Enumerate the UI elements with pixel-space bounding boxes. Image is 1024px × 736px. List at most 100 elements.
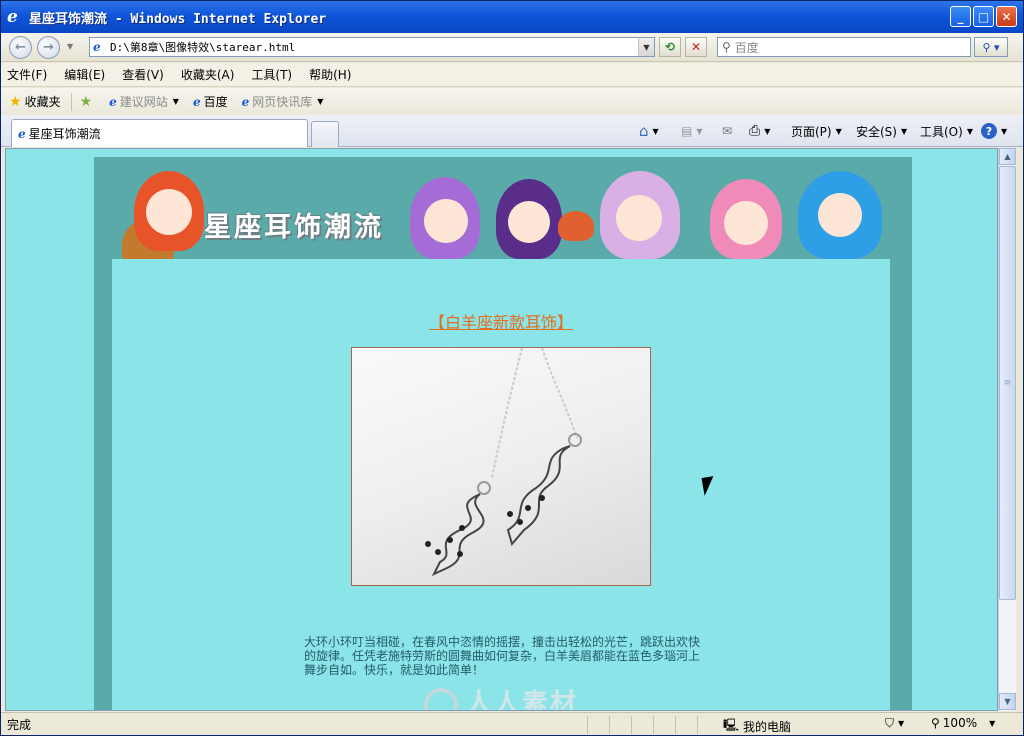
status-cells [587,715,719,734]
favorite-item-label: 百度 [203,95,228,109]
help-button[interactable]: ? ▼ [981,121,1007,141]
zoom-icon: ⚲ [931,716,940,730]
add-favorite-button[interactable]: ★ [80,94,96,110]
tab-row: e 星座耳饰潮流 ⌂ ▼ ▤ ▼ ✉ ⎙ ▼ 页面(P) ▼ 安全(S) ▼ 工具(O) ▼… [1,115,1023,147]
add-favorite-icon: ★ [79,93,93,110]
search-input[interactable]: 百度 [735,39,759,56]
scroll-thumb[interactable]: ≡ [999,166,1016,600]
menu-bar: 文件(F) 编辑(E) 查看(V) 收藏夹(A) 工具(T) 帮助(H) [1,63,1023,87]
mail-button[interactable]: ✉ [722,121,732,141]
cartoon-crab-image [558,211,594,241]
cartoon-aries-girl-image [134,171,204,251]
zoom-level: 100% [942,716,978,730]
new-tab-button[interactable] [311,121,339,147]
window-title: 星座耳饰潮流 - Windows Internet Explorer [29,11,327,27]
feeds-button[interactable]: ▤ ▼ [681,121,703,141]
cartoon-aquarius-girl-image [410,177,480,259]
menu-tools[interactable]: 工具(T) [251,66,292,83]
safety-menu-label: 安全(S) [856,124,897,139]
page-viewport[interactable]: 星座耳饰潮流 【白羊座新款耳饰】 大环小环叮当相碰，在春风中恣情的摇摆，撞击出轻… [5,148,998,711]
status-bar: 完成 🖳 我的电脑 ⛉ ▼ ⚲ 100% ▼ [1,712,1023,735]
tab-label: 星座耳饰潮流 [28,127,101,141]
computer-icon: 🖳 [723,718,740,732]
cartoon-pisces-girl-image [600,171,680,259]
close-button[interactable]: ✕ [996,6,1017,27]
minimize-button[interactable]: _ [950,6,971,27]
earring-photo [351,347,651,586]
cartoon-mermaid-girl-image [798,171,882,259]
maximize-button[interactable]: □ [973,6,994,27]
ie-page-icon: e [18,126,26,141]
status-text: 完成 [7,718,32,732]
divider [70,92,72,111]
favorite-item-label: 建议网站 [119,95,168,109]
favorite-item-suggested[interactable]: e 建议网站 ▼ [109,93,179,110]
favorite-item-webslice[interactable]: e 网页快讯库 ▼ [242,93,324,110]
scroll-down-button[interactable]: ▼ [999,693,1016,710]
safety-menu[interactable]: 安全(S) ▼ [856,121,907,141]
ie-page-icon: e [241,94,250,109]
favorites-label: 收藏夹 [24,95,61,109]
print-button[interactable]: ⎙ ▼ [749,121,770,141]
page-container: 星座耳饰潮流 【白羊座新款耳饰】 大环小环叮当相碰，在春风中恣情的摇摆，撞击出轻… [94,157,912,710]
refresh-button[interactable]: ⟲ [659,37,681,57]
chevron-down-icon: ▼ [317,97,324,106]
vertical-scrollbar[interactable]: ▲ ≡ ▼ [998,148,1016,711]
search-icon: ⚲ [722,40,731,54]
recent-pages-chevron-down-icon[interactable]: ▼ [67,42,73,51]
shield-icon: ⛉ [885,716,895,730]
cartoon-gemini-girl-image [710,179,782,259]
watermark-text: 人人素材 [466,689,579,711]
zone-label: 我的电脑 [743,720,792,734]
menu-file[interactable]: 文件(F) [7,66,47,83]
chevron-down-icon: ▼ [172,97,179,106]
printer-icon: ⎙ [749,123,761,139]
product-description: 大环小环叮当相碰，在春风中恣情的摇摆，撞击出轻松的光芒，跳跃出欢快的旋律。任凭老… [304,635,701,677]
watermark-logo-icon [424,687,458,710]
home-button[interactable]: ⌂ ▼ [639,121,659,141]
product-title-link[interactable]: 【白羊座新款耳饰】 [112,309,890,333]
tools-menu-label: 工具(O) [920,124,963,139]
banner: 星座耳饰潮流 [112,171,890,259]
rss-icon: ▤ [681,124,693,138]
ie-logo-icon: e [7,7,18,27]
mail-icon: ✉ [722,124,733,138]
search-button[interactable]: ⚲ ▾ [974,37,1008,57]
favorites-button[interactable]: ★ 收藏夹 [9,93,61,110]
protected-mode-button[interactable]: ⛉ ▼ [885,716,904,731]
address-input[interactable]: D:\第8章\图像特效\starear.html [110,39,638,55]
favorite-item-label: 网页快讯库 [252,95,313,109]
menu-view[interactable]: 查看(V) [122,66,164,83]
page-menu-label: 页面(P) [791,124,832,139]
help-icon: ? [981,123,997,139]
page-icon: e [93,39,101,54]
stop-button[interactable]: ✕ [685,37,707,57]
forward-button[interactable]: → [37,36,60,59]
menu-favorites[interactable]: 收藏夹(A) [181,66,235,83]
zoom-control[interactable]: ⚲ 100% ▼ [931,716,995,730]
tab-starear[interactable]: e 星座耳饰潮流 [11,119,308,147]
title-bar[interactable]: e 星座耳饰潮流 - Windows Internet Explorer _ □… [1,1,1023,33]
address-bar[interactable]: e D:\第8章\图像特效\starear.html ▼ [89,37,655,57]
home-icon: ⌂ [639,122,649,140]
favorites-bar: ★ 收藏夹 ★ e 建议网站 ▼ e 百度 e 网页快讯库 ▼ [1,88,1023,115]
ie-page-icon: e [192,94,201,109]
menu-edit[interactable]: 编辑(E) [64,66,105,83]
star-icon: ★ [9,93,22,110]
security-zone[interactable]: 🖳 我的电脑 [723,716,792,735]
page-menu[interactable]: 页面(P) ▼ [791,121,842,141]
ie-page-icon: e [109,94,117,109]
search-box[interactable]: ⚲ 百度 [717,37,971,57]
scroll-up-button[interactable]: ▲ [999,148,1016,165]
cartoon-scorpio-girl-image [496,179,562,259]
ie-window: e 星座耳饰潮流 - Windows Internet Explorer _ □… [0,0,1024,736]
address-dropdown-button[interactable]: ▼ [638,38,654,56]
tools-menu[interactable]: 工具(O) ▼ [920,121,973,141]
favorite-item-baidu[interactable]: e 百度 [193,93,228,110]
chevron-down-icon: ▼ [989,718,996,728]
address-toolbar: ← → ▼ e D:\第8章\图像特效\starear.html ▼ ⟲ ✕ ⚲… [1,33,1023,62]
product-panel: 【白羊座新款耳饰】 大环小环叮当相碰，在春风中恣情的摇摆，撞击出轻松的光芒，跳跃… [112,259,890,710]
back-button[interactable]: ← [9,36,32,59]
watermark: 人人素材 [424,683,579,711]
menu-help[interactable]: 帮助(H) [309,66,351,83]
